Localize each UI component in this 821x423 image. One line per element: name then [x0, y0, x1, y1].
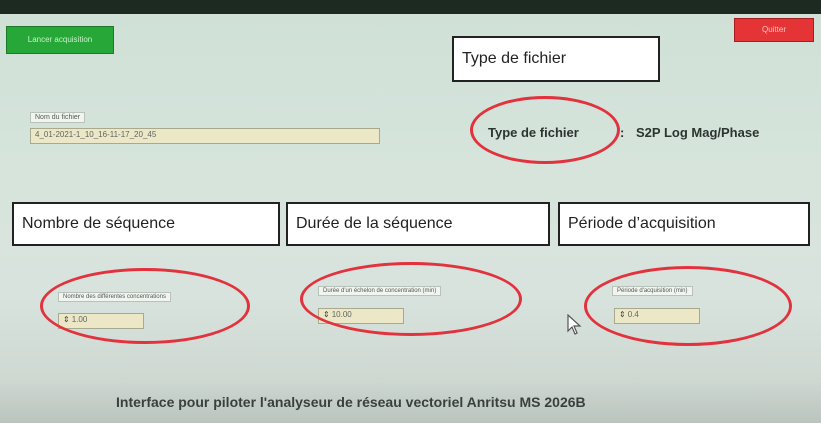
concentration-count-value: 1.00 — [71, 315, 88, 324]
file-type-label: Type de fichier — [488, 125, 579, 140]
quit-button[interactable]: Quitter — [734, 18, 814, 42]
annotation-acquisition-period-text: Période d’acquisition — [568, 215, 716, 232]
concentration-count-label: Nombre des différentes concentrations — [58, 292, 171, 302]
annotation-file-type: Type de fichier — [452, 36, 660, 82]
step-duration-highlight-circle — [300, 262, 522, 336]
acquisition-period-highlight-circle — [584, 266, 792, 346]
concentration-count-stepper[interactable]: ⇕ 1.00 — [58, 313, 144, 329]
file-type-value: S2P Log Mag/Phase — [636, 125, 760, 140]
annotation-sequence-count-text: Nombre de séquence — [22, 215, 175, 232]
acquisition-period-label: Période d'acquisition (min) — [612, 286, 693, 296]
top-bezel — [0, 0, 821, 14]
step-duration-label: Durée d'un échelon de concentration (min… — [318, 286, 442, 296]
file-name-label: Nom du fichier — [30, 112, 86, 123]
stepper-arrows-icon[interactable]: ⇕ — [323, 310, 330, 319]
annotation-sequence-duration-text: Durée de la séquence — [296, 215, 453, 232]
footer-caption: Interface pour piloter l'analyseur de ré… — [116, 394, 586, 410]
start-acquisition-button[interactable]: Lancer acquisition — [6, 26, 114, 54]
file-type-separator: : — [620, 125, 625, 140]
concentration-count-highlight-circle — [40, 268, 250, 344]
annotation-sequence-duration: Durée de la séquence — [286, 202, 550, 246]
annotation-acquisition-period: Période d’acquisition — [558, 202, 810, 246]
stepper-arrows-icon[interactable]: ⇕ — [63, 315, 70, 324]
acquisition-period-value: 0.4 — [627, 310, 639, 319]
stepper-arrows-icon[interactable]: ⇕ — [619, 310, 626, 319]
mouse-pointer-icon — [567, 314, 582, 335]
screen-photo: Lancer acquisition Quitter Type de fichi… — [0, 0, 821, 423]
annotation-file-type-text: Type de fichier — [462, 50, 567, 67]
step-duration-value: 10.00 — [331, 310, 352, 319]
annotation-sequence-count: Nombre de séquence — [12, 202, 280, 246]
acquisition-period-stepper[interactable]: ⇕ 0.4 — [614, 308, 700, 324]
file-name-input[interactable]: 4_01-2021-1_10_16-11-17_20_45 — [30, 128, 380, 144]
step-duration-stepper[interactable]: ⇕ 10.00 — [318, 308, 404, 324]
